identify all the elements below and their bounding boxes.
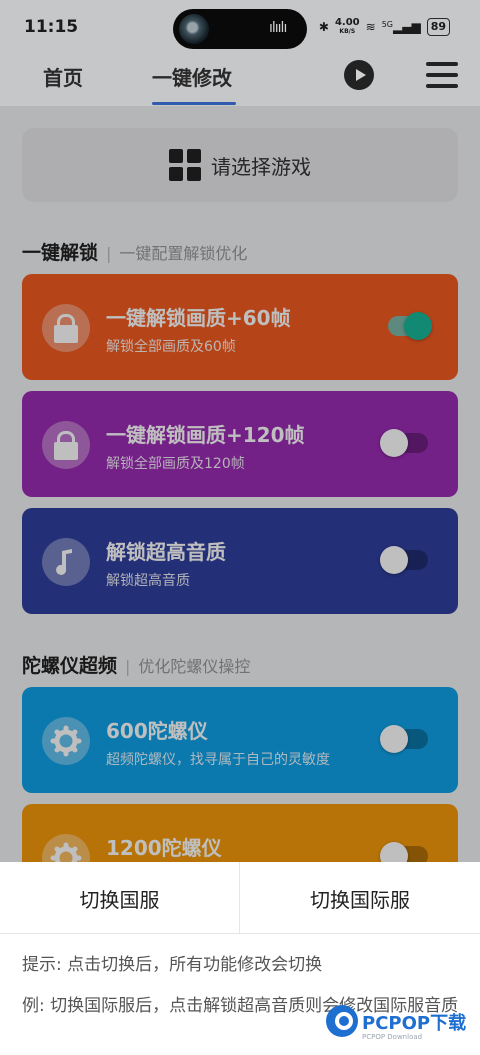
- watermark-text: PCPOP下载: [362, 1013, 467, 1034]
- app-screen: 11:15 ılıılı ✱ 4.00 KB/S ≋ 5G▂▄▆ 89 首页 一…: [0, 0, 480, 1055]
- overlay-dim-top: [0, 0, 480, 106]
- sheet-tip: 提示: 点击切换后，所有功能修改会切换: [22, 955, 323, 975]
- watermark-subtext: PCPOP Download: [362, 1033, 423, 1041]
- switch-global-server-button[interactable]: 切换国际服: [240, 862, 480, 934]
- switch-cn-server-button[interactable]: 切换国服: [0, 862, 240, 934]
- sheet-button-row: 切换国服 切换国际服: [0, 862, 480, 934]
- pcpop-logo-icon: [326, 1005, 358, 1037]
- watermark-logo: PCPOP下载 PCPOP Download: [326, 1003, 476, 1051]
